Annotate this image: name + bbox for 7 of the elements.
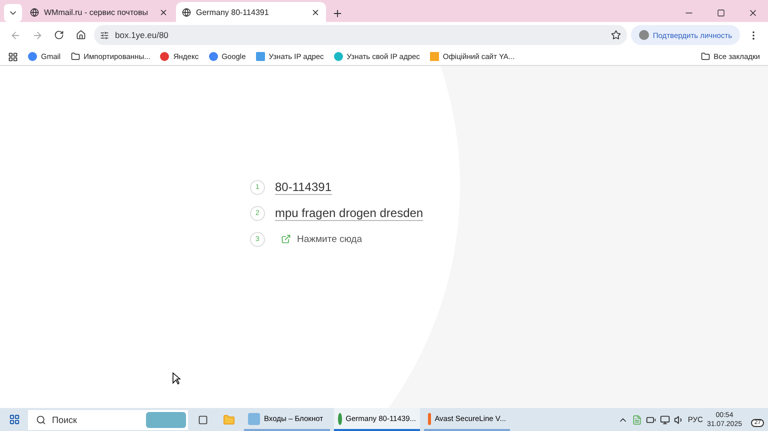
address-bar[interactable]: box.1ye.eu/80: [94, 25, 627, 45]
browser-tab[interactable]: WMmail.ru - сервис почтовы: [24, 2, 174, 22]
step-title: 80-114391: [275, 180, 332, 194]
step-title: mpu fragen drogen dresden: [275, 206, 424, 220]
search-field[interactable]: Поиск: [28, 410, 188, 430]
browser-tab[interactable]: Germany 80-114391: [176, 2, 326, 22]
link[interactable]: Нажмите сюда: [281, 234, 362, 244]
